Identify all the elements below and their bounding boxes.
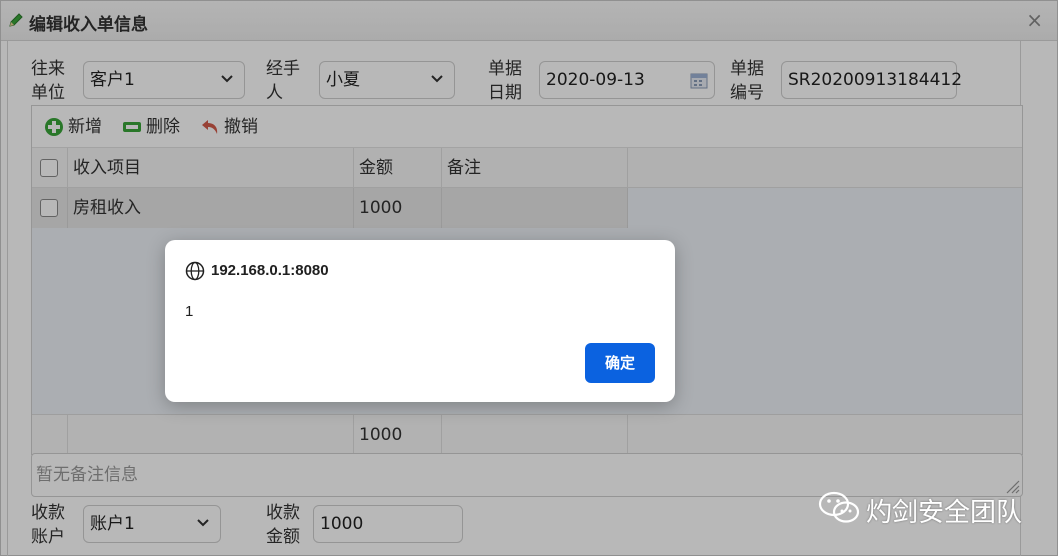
ok-button[interactable]: 确定 bbox=[585, 343, 655, 383]
alert-origin: 192.168.0.1:8080 bbox=[211, 262, 329, 279]
globe-icon bbox=[185, 261, 205, 281]
wechat-icon bbox=[818, 491, 860, 523]
watermark-text: 灼剑安全团队 bbox=[866, 498, 1023, 528]
browser-alert-dialog: 192.168.0.1:8080 1 确定 bbox=[165, 240, 675, 402]
alert-message: 1 bbox=[185, 303, 194, 320]
